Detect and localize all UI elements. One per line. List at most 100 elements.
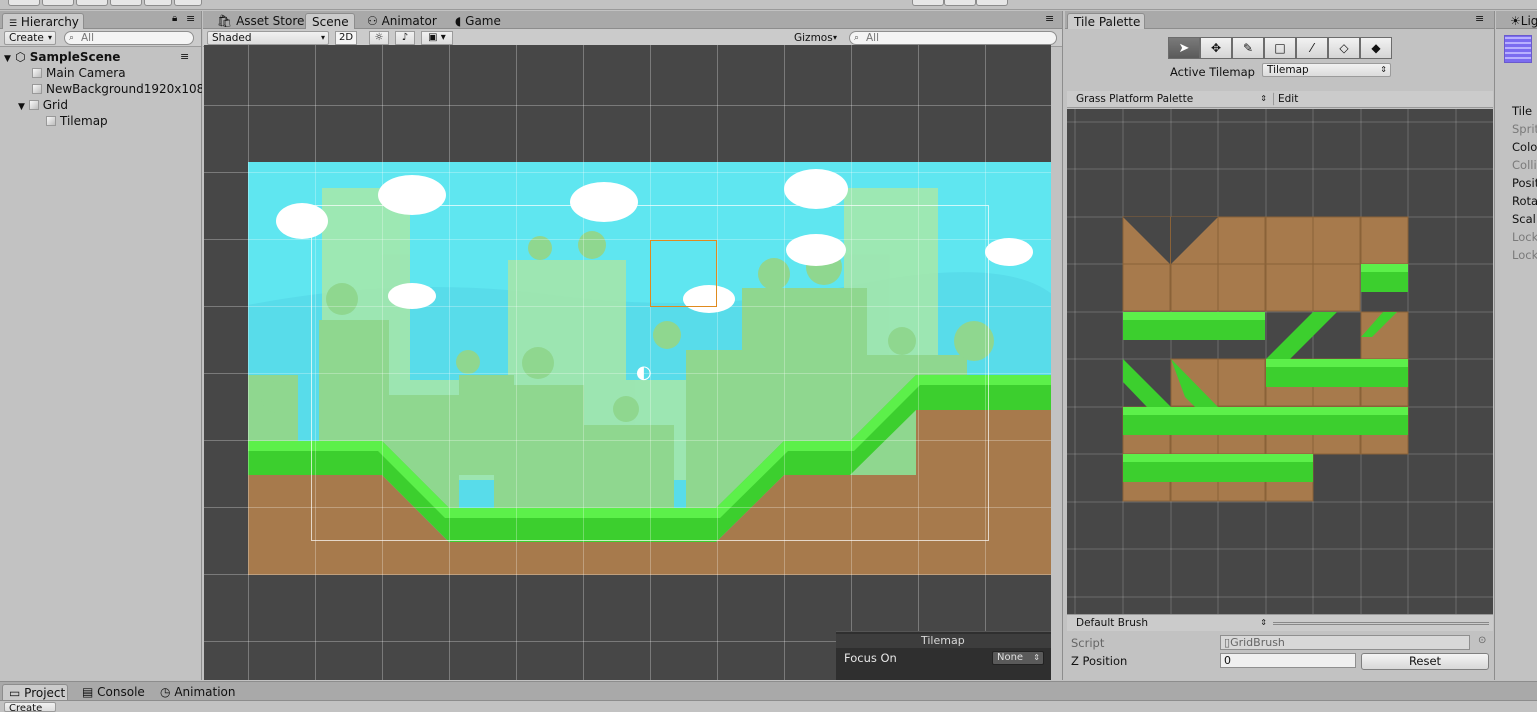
search-placeholder: All: [81, 32, 95, 44]
palette-grid-area[interactable]: [1067, 109, 1493, 614]
dropdown-arrow-icon: ⇕: [1033, 653, 1040, 662]
focus-on-dropdown[interactable]: None ⇕: [992, 651, 1044, 665]
tab-game[interactable]: ◖ Game: [449, 13, 507, 29]
edit-palette-button[interactable]: Edit: [1273, 92, 1309, 106]
tree-item-grid[interactable]: ▼ Grid: [18, 97, 68, 113]
tree-item-scene[interactable]: ▼ ⬡ SampleScene ≡: [4, 49, 189, 65]
tile-palette-panel: Tile Palette ≡ ➤ ✥ ✎ □ ⁄ ◇ ◆ Active Tile…: [1065, 11, 1495, 680]
tree-item-label: Grid: [42, 98, 68, 112]
lock-icon[interactable]: 🔒︎: [172, 13, 177, 24]
pause-button[interactable]: [944, 0, 976, 6]
search-placeholder: All: [866, 32, 880, 44]
hand-tool-button[interactable]: [8, 0, 40, 6]
focus-value: None: [997, 652, 1024, 663]
tree-item-main-camera[interactable]: Main Camera: [32, 65, 126, 81]
z-position-label: Z Position: [1071, 654, 1128, 668]
scene-viewport[interactable]: ◐ Tilemap Focus On None ⇕: [204, 45, 1051, 680]
tree-item-background[interactable]: NewBackground1920x1080: [32, 81, 202, 97]
tab-label: Lig: [1520, 14, 1537, 28]
palette-select-dropdown[interactable]: Grass Platform Palette ⇕: [1071, 92, 1271, 106]
hierarchy-tree: ▼ ⬡ SampleScene ≡ Main Camera NewBackgro…: [0, 47, 202, 687]
move-tool-button[interactable]: [42, 0, 74, 6]
tab-animation[interactable]: ◷ Animation: [154, 684, 242, 700]
panel-menu-icon[interactable]: ≡: [1045, 12, 1054, 25]
tilemap-overlay: Tilemap Focus On None ⇕: [836, 631, 1051, 680]
palette-tiles: [1067, 109, 1493, 614]
tree-item-label: Main Camera: [46, 66, 126, 80]
console-icon: ▤: [82, 685, 94, 699]
script-field: ▯GridBrush: [1220, 635, 1470, 650]
splitter-handle[interactable]: [1273, 622, 1489, 625]
panel-menu-icon[interactable]: ≡: [1475, 12, 1484, 25]
tab-tile-palette[interactable]: Tile Palette: [1067, 13, 1145, 29]
paint-tool-button[interactable]: ✎: [1232, 37, 1264, 59]
tab-project[interactable]: ▭ Project: [2, 684, 68, 700]
play-button[interactable]: [912, 0, 944, 6]
active-tilemap-label: Active Tilemap: [1170, 65, 1255, 79]
tab-label: Animator: [381, 14, 437, 28]
transform-tool-button[interactable]: [174, 0, 202, 6]
tab-asset-store[interactable]: 🛍︎ Asset Store: [211, 13, 310, 29]
tree-item-label: SampleScene: [29, 50, 121, 64]
tab-scene[interactable]: Scene: [305, 13, 355, 29]
panel-menu-icon[interactable]: ≡: [186, 12, 195, 25]
fill-tool-button[interactable]: ◆: [1360, 37, 1392, 59]
gameobject-icon: [28, 100, 39, 110]
tab-lighting[interactable]: ☀Lig: [1504, 13, 1537, 29]
inspector-field-tile: Tile: [1512, 104, 1533, 118]
script-label: Script: [1071, 636, 1105, 650]
store-icon: 🛍︎: [217, 14, 233, 28]
expand-arrow-icon[interactable]: ▼: [4, 54, 11, 64]
tab-label: Tile Palette: [1074, 15, 1141, 29]
scale-tool-button[interactable]: [110, 0, 142, 6]
inspector-field-rotation: Rota: [1512, 194, 1537, 208]
bottom-panel: ▭ Project ▤ Console ◷ Animation Create: [0, 681, 1537, 712]
move-tool-button[interactable]: ✥: [1200, 37, 1232, 59]
picker-tool-button[interactable]: ⁄: [1296, 37, 1328, 59]
z-position-input[interactable]: 0: [1220, 653, 1356, 668]
object-picker-icon[interactable]: ⊙: [1478, 635, 1486, 646]
search-icon: ⌕: [69, 33, 75, 43]
shading-mode-dropdown[interactable]: Shaded ▾: [207, 31, 329, 45]
tree-item-tilemap[interactable]: Tilemap: [46, 113, 108, 129]
inspector-panel: ☀Lig Tile Sprit Colo Colli Posit Rota Sc…: [1496, 11, 1537, 680]
eraser-tool-button[interactable]: ◇: [1328, 37, 1360, 59]
create-dropdown[interactable]: Create ▾: [4, 31, 56, 45]
shading-label: Shaded: [212, 32, 252, 44]
reset-button[interactable]: Reset: [1361, 653, 1489, 670]
palette-header: Grass Platform Palette ⇕ Edit: [1067, 91, 1493, 108]
rect-tool-button[interactable]: [144, 0, 172, 6]
step-button[interactable]: [976, 0, 1008, 6]
box-fill-tool-button[interactable]: □: [1264, 37, 1296, 59]
lighting-toggle-button[interactable]: ☼: [369, 31, 389, 45]
bottom-tabbar: ▭ Project ▤ Console ◷ Animation: [0, 682, 1537, 701]
sun-icon: ☼: [374, 32, 384, 43]
audio-toggle-button[interactable]: ♪: [395, 31, 415, 45]
inspector-field-collider: Colli: [1512, 158, 1537, 172]
dropdown-arrow-icon: ⇕: [1260, 618, 1267, 627]
active-tilemap-dropdown[interactable]: Tilemap ⇕: [1262, 63, 1391, 77]
tab-animator[interactable]: ⚇ Animator: [361, 13, 443, 29]
top-toolbar-strip: [0, 0, 1537, 10]
gizmos-label: Gizmos: [794, 32, 833, 44]
rotate-tool-button[interactable]: [76, 0, 108, 6]
toggle-2d-button[interactable]: 2D: [335, 31, 357, 45]
hierarchy-panel: ☰ Hierarchy 🔒︎ ≡ Create ▾ ⌕ All ▼ ⬡ Sampl…: [0, 11, 202, 680]
effects-dropdown[interactable]: ▣ ▾: [421, 31, 453, 45]
dropdown-arrow-icon: ▾: [47, 33, 52, 42]
create-label: Create: [9, 32, 44, 44]
select-tool-button[interactable]: ➤: [1168, 37, 1200, 59]
cursor-icon: ➤: [1178, 40, 1190, 56]
expand-arrow-icon[interactable]: ▼: [18, 102, 25, 112]
lightbulb-icon: ☀: [1510, 14, 1521, 28]
hierarchy-search-input[interactable]: ⌕ All: [64, 31, 194, 45]
tab-hierarchy[interactable]: ☰ Hierarchy: [2, 13, 84, 29]
brush-dropdown[interactable]: Default Brush ⇕: [1071, 616, 1271, 630]
hierarchy-tab-label: Hierarchy: [20, 15, 79, 29]
camera-icon[interactable]: ◐: [636, 363, 664, 383]
tab-console[interactable]: ▤ Console: [76, 684, 151, 700]
scene-menu-icon[interactable]: ≡: [180, 49, 189, 65]
scene-search-input[interactable]: ⌕ All: [849, 31, 1057, 45]
inspector-tabbar: ☀Lig: [1496, 11, 1537, 29]
gizmos-dropdown[interactable]: Gizmos ▾: [789, 31, 841, 45]
